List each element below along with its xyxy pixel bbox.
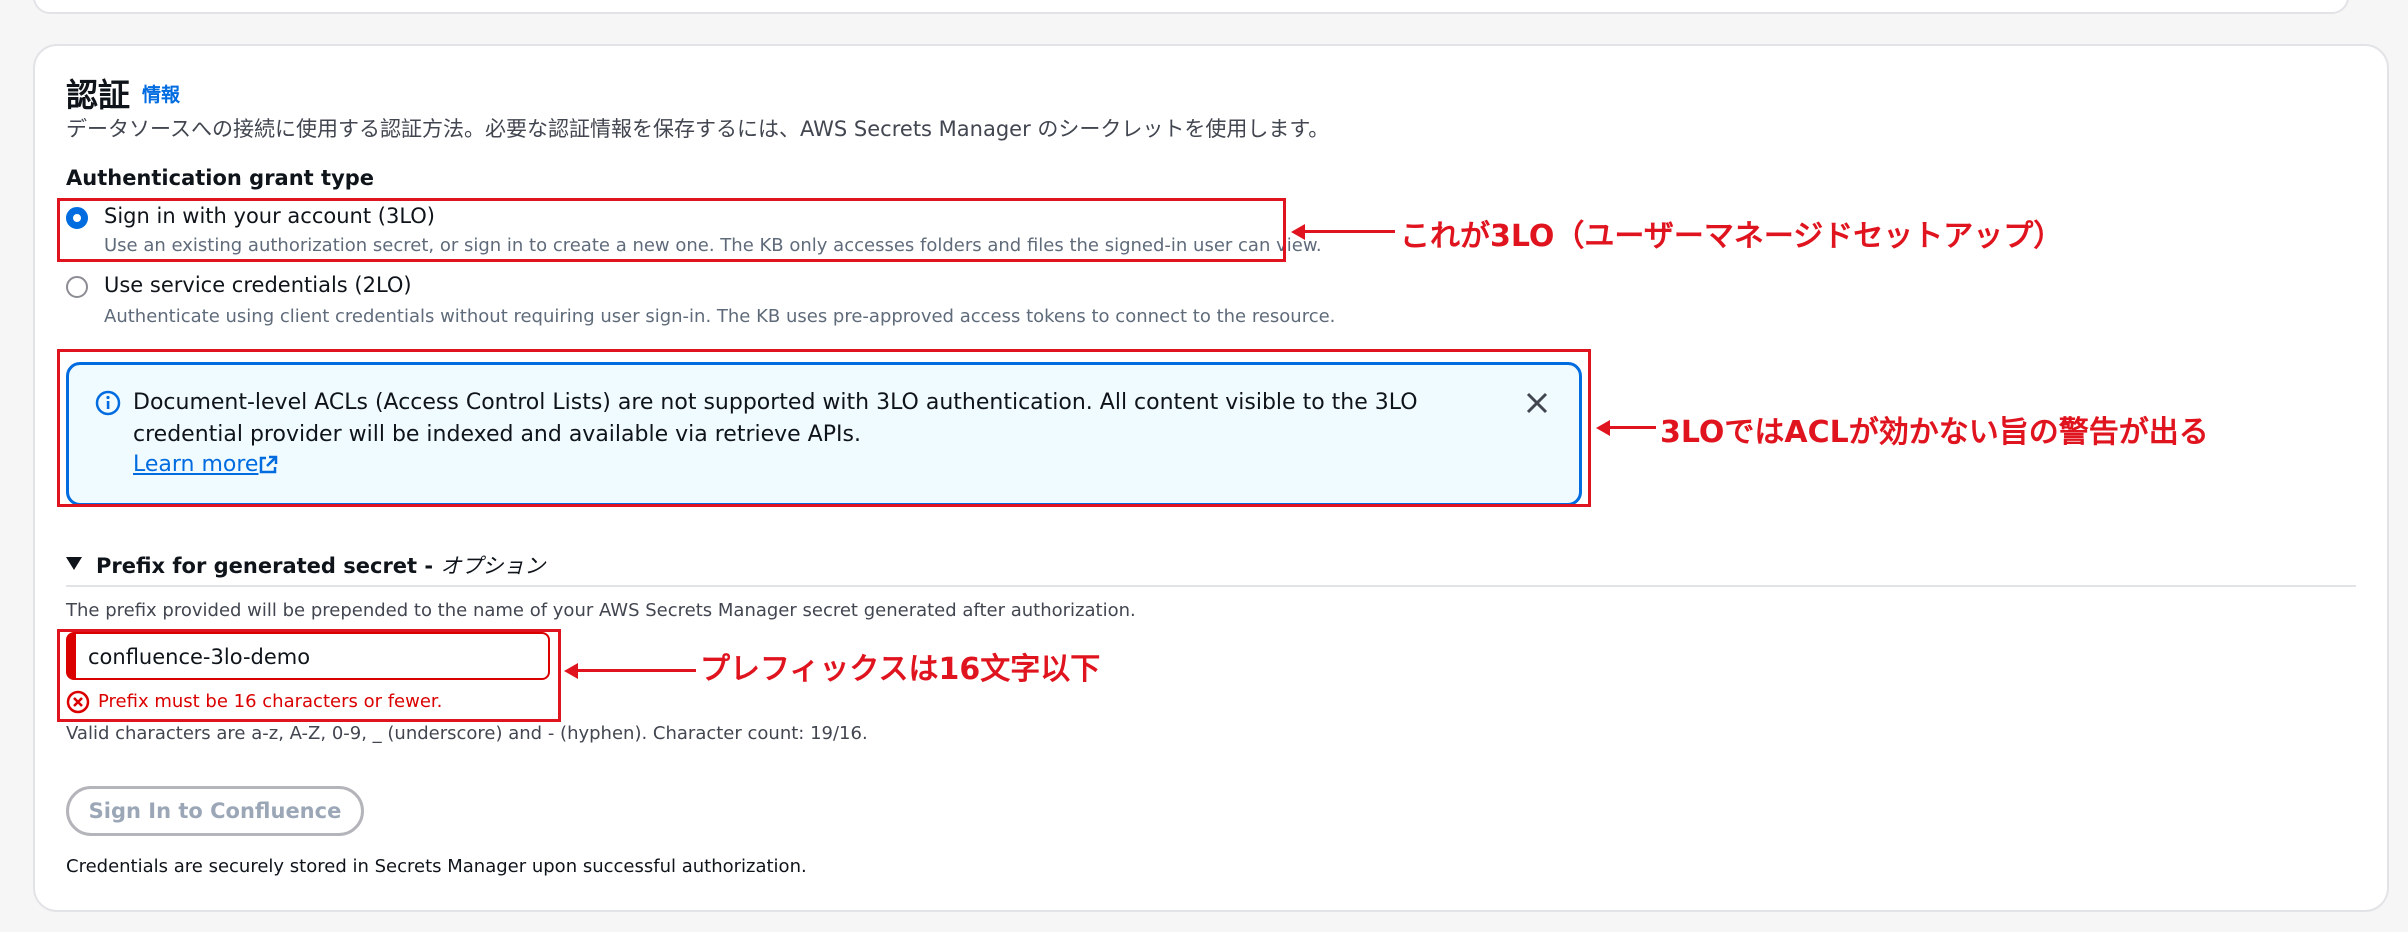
arrow-line-1 [1303,230,1395,233]
annotation-box-alert [57,349,1591,507]
previous-section-card [33,0,2349,14]
annotation-box-3lo [57,198,1286,262]
arrow-line-2 [1608,426,1656,429]
caret-down-icon[interactable] [66,556,82,575]
annotation-3lo: これが3LO（ユーザーマネージドセットアップ） [1400,219,2064,254]
grant-type-label: Authentication grant type [66,166,375,190]
section-description: データソースへの接続に使用する認証方法。必要な認証情報を保存するには、AWS S… [66,117,1330,141]
annotation-alert: 3LOではACLが効かない旨の警告が出る [1660,415,2209,450]
prefix-optional-label: オプション [440,554,546,578]
prefix-constraint: Valid characters are a-z, A-Z, 0-9, _ (u… [66,723,868,744]
sign-in-confluence-button[interactable]: Sign In to Confluence [66,786,364,836]
prefix-description: The prefix provided will be prepended to… [66,600,1136,621]
arrow-line-3 [576,669,696,672]
annotation-box-prefix [57,629,561,722]
option-2lo-title[interactable]: Use service credentials (2LO) [104,273,412,297]
credentials-note: Credentials are securely stored in Secre… [66,856,807,877]
info-link[interactable]: 情報 [142,80,180,107]
option-2lo-description: Authenticate using client credentials wi… [104,306,1336,327]
prefix-expander[interactable]: Prefix for generated secret - オプション [96,550,545,580]
annotation-prefix: プレフィックスは16文字以下 [700,652,1101,687]
expander-divider [66,585,2356,587]
section-title: 認証 [66,76,131,114]
prefix-heading[interactable]: Prefix for generated secret - [96,554,433,578]
radio-2lo[interactable] [66,276,88,298]
